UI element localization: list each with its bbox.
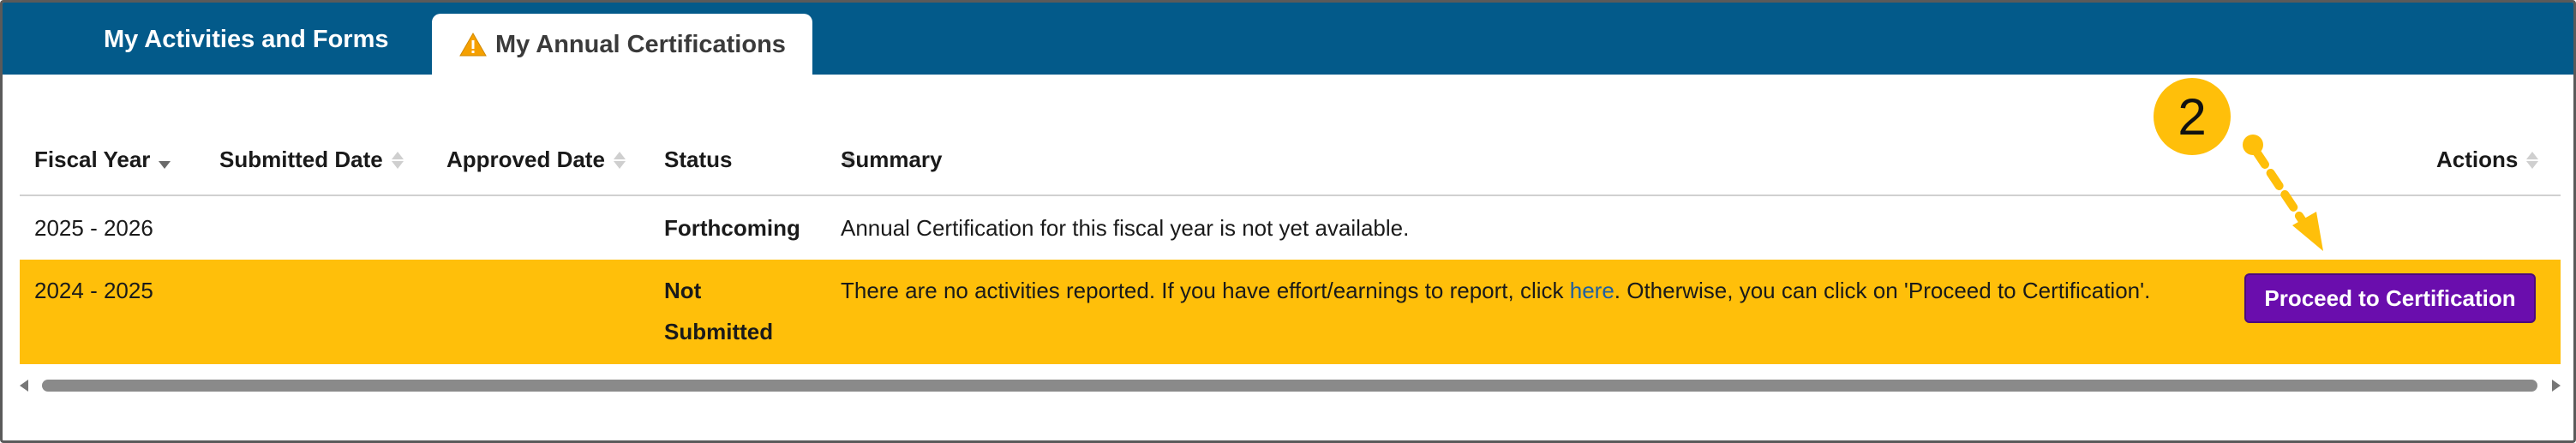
app-frame: My Activities and Forms My Annual Certif… — [0, 0, 2576, 443]
sort-icon — [613, 151, 626, 169]
column-header-actions[interactable]: Actions — [2436, 147, 2539, 173]
fiscal-year-cell: 2024 - 2025 — [34, 278, 153, 303]
tab-my-annual-certifications[interactable]: My Annual Certifications — [432, 14, 812, 75]
scroll-right-arrow-icon[interactable] — [2552, 380, 2561, 392]
tab-my-activities-and-forms[interactable]: My Activities and Forms — [104, 26, 389, 54]
table-row: 2025 - 2026 Forthcoming Annual Certifica… — [20, 196, 2561, 260]
column-header-fiscal-year[interactable]: Fiscal Year — [34, 147, 171, 173]
scroll-thumb[interactable] — [42, 380, 2537, 392]
column-header-status[interactable]: Status — [664, 147, 856, 173]
sort-icon — [2526, 151, 2539, 169]
tab-bar: My Activities and Forms My Annual Certif… — [3, 3, 2573, 75]
tab-label: My Activities and Forms — [104, 26, 389, 53]
here-link[interactable]: here — [1570, 278, 1614, 303]
step-number-badge: 2 — [2154, 78, 2231, 155]
column-header-submitted-date[interactable]: Submitted Date — [219, 147, 404, 173]
status-cell: Forthcoming — [664, 215, 800, 241]
arrow-icon — [2243, 135, 2323, 251]
sort-icon — [391, 151, 404, 169]
horizontal-scrollbar[interactable] — [20, 376, 2561, 395]
fiscal-year-cell: 2025 - 2026 — [34, 215, 153, 241]
sort-icon — [159, 151, 171, 169]
summary-cell: There are no activities reported. If you… — [841, 278, 2151, 303]
column-header-approved-date[interactable]: Approved Date — [446, 147, 626, 173]
proceed-to-certification-button[interactable]: Proceed to Certification — [2244, 273, 2536, 323]
status-cell: Not Submitted — [664, 278, 774, 344]
scroll-left-arrow-icon[interactable] — [20, 380, 28, 392]
column-header-summary: Summary — [841, 147, 943, 172]
summary-cell: Annual Certification for this fiscal yea… — [841, 215, 1410, 241]
table-row: 2024 - 2025 Not Submitted There are no a… — [20, 260, 2561, 364]
warning-icon — [459, 32, 487, 57]
tab-label: My Annual Certifications — [495, 30, 786, 58]
